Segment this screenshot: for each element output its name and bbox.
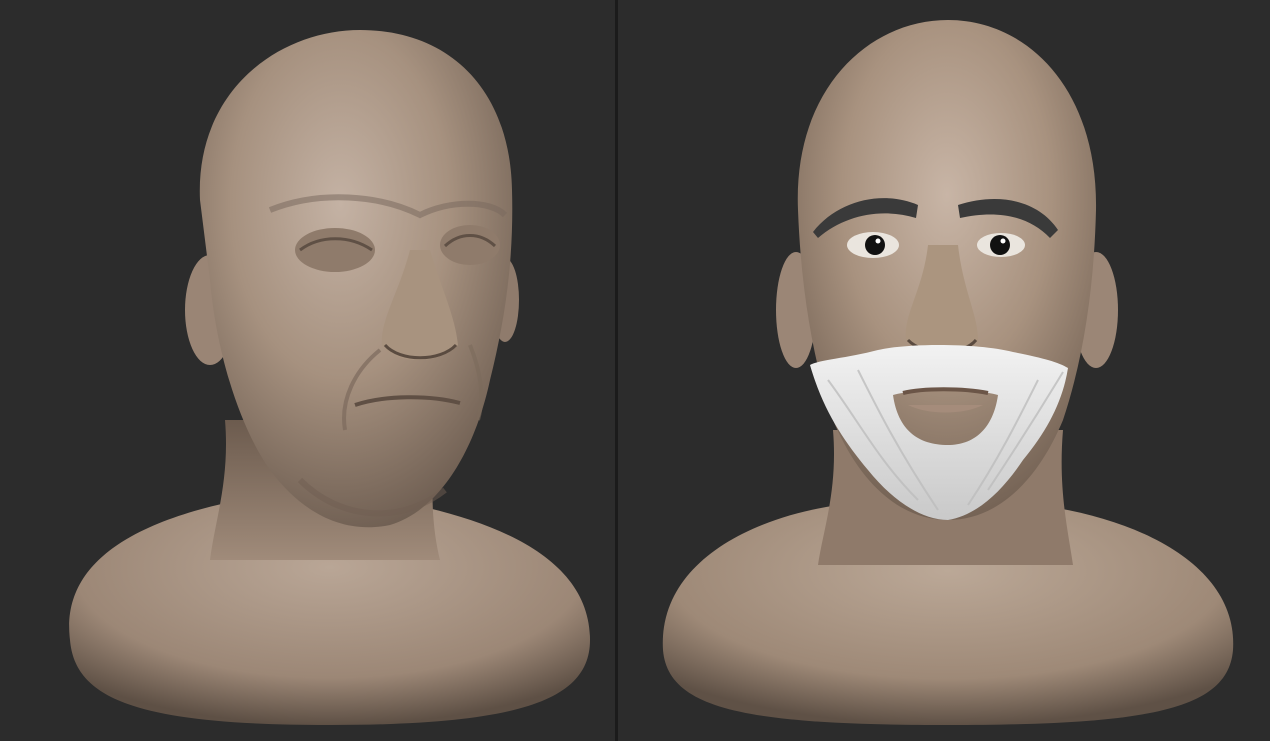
left-eye-socket: [295, 228, 375, 272]
right-eye-socket: [440, 225, 500, 265]
sculpt-comparison: [0, 0, 1270, 741]
clay-bust-left: [69, 30, 591, 725]
right-panel: [618, 0, 1270, 741]
left-pupil: [865, 235, 885, 255]
right-pupil: [990, 235, 1010, 255]
left-panel: [0, 0, 615, 741]
clay-bust-right: [662, 20, 1234, 725]
